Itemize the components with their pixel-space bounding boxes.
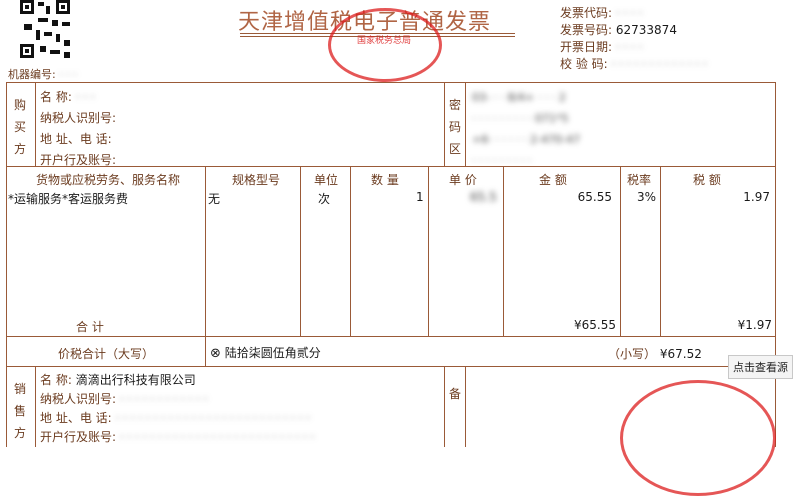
item-rate: 3% bbox=[636, 190, 656, 204]
seller-name: 滴滴出行科技有限公司 bbox=[75, 373, 196, 387]
invoice-code: 发票代码: · · · · bbox=[560, 6, 643, 20]
header-tax: 税 额 bbox=[693, 173, 721, 187]
header-amount: 金 额 bbox=[539, 173, 567, 187]
grand-total-small: （小写） ¥67.52 bbox=[608, 347, 702, 361]
total-amount: ¥65.55 bbox=[574, 318, 616, 332]
total-label: 合 计 bbox=[76, 320, 104, 334]
header-name: 货物或应税劳务、服务名称 bbox=[36, 173, 181, 187]
total-tax: ¥1.97 bbox=[737, 318, 772, 332]
cipher-text: 03- · · 8/4+ · · · 2 · · · · · · · · · 0… bbox=[472, 91, 581, 167]
cipher-section-label: 密 码 区 bbox=[449, 98, 462, 156]
grand-total-uppercase: ⊗ 陆拾柒圆伍角贰分 bbox=[210, 346, 321, 361]
item-amount: 65.55 bbox=[577, 190, 612, 204]
invoice-number: 发票号码: 62733874 bbox=[560, 23, 677, 37]
header-qty: 数 量 bbox=[371, 173, 399, 187]
item-tax: 1.97 bbox=[743, 190, 770, 204]
seller-taxid-row: 纳税人识别号: · · · · · · · · · · · · bbox=[40, 392, 208, 406]
seller-name-row: 名 称: 滴滴出行科技有限公司 bbox=[40, 373, 196, 387]
item-name: *运输服务*客运服务费 bbox=[8, 192, 129, 206]
header-spec: 规格型号 bbox=[232, 173, 281, 187]
qr-code bbox=[20, 0, 70, 58]
machine-number: 机器编号: · · · bbox=[8, 68, 77, 81]
buyer-fields: 名 称: · · · 纳税人识别号: 地 址、电 话: 开户行及账号: bbox=[40, 87, 116, 171]
view-source-tooltip[interactable]: 点击查看源 bbox=[728, 355, 793, 379]
seller-stamp bbox=[620, 380, 776, 496]
seller-section-label: 销 售 方 bbox=[14, 382, 27, 440]
seller-fields: 名 称: 滴滴出行科技有限公司 纳税人识别号: · · · · · · · · … bbox=[40, 371, 314, 447]
item-price: 65.5 bbox=[470, 190, 497, 204]
buyer-section-label: 购 买 方 bbox=[14, 98, 27, 156]
buyer-name-row: 名 称: · · · bbox=[40, 90, 95, 104]
item-unit: 次 bbox=[318, 192, 331, 206]
item-qty: 1 bbox=[416, 190, 424, 204]
seal-text: 国家税务总局 bbox=[357, 36, 412, 46]
grand-total-label: 价税合计（大写） bbox=[58, 347, 155, 361]
header-unit: 单位 bbox=[314, 173, 339, 187]
seller-bank-row: 开户行及账号: · · · · · · · · · · · · · · · · … bbox=[40, 430, 315, 444]
buyer-bank-row: 开户行及账号: bbox=[40, 153, 117, 167]
circle-x-icon: ⊗ bbox=[210, 346, 221, 361]
item-spec: 无 bbox=[208, 192, 221, 206]
seller-address-row: 地 址、电 话: · · · · · · · · · · · · · · · ·… bbox=[40, 411, 311, 425]
tax-seal: 国家税务总局 bbox=[328, 8, 442, 82]
invoice-date: 开票日期: · · · · bbox=[560, 40, 643, 54]
buyer-taxid-row: 纳税人识别号: bbox=[40, 111, 117, 125]
header-fields: 发票代码: · · · · 发票号码: 62733874 开票日期: · · ·… bbox=[560, 4, 707, 72]
header-rate: 税率 bbox=[627, 173, 652, 187]
check-code: 校 验 码: · · · · · · · · · · · · · bbox=[560, 57, 707, 71]
buyer-address-row: 地 址、电 话: bbox=[40, 132, 112, 146]
header-price: 单 价 bbox=[449, 173, 477, 187]
notes-label: 备 bbox=[449, 387, 462, 401]
